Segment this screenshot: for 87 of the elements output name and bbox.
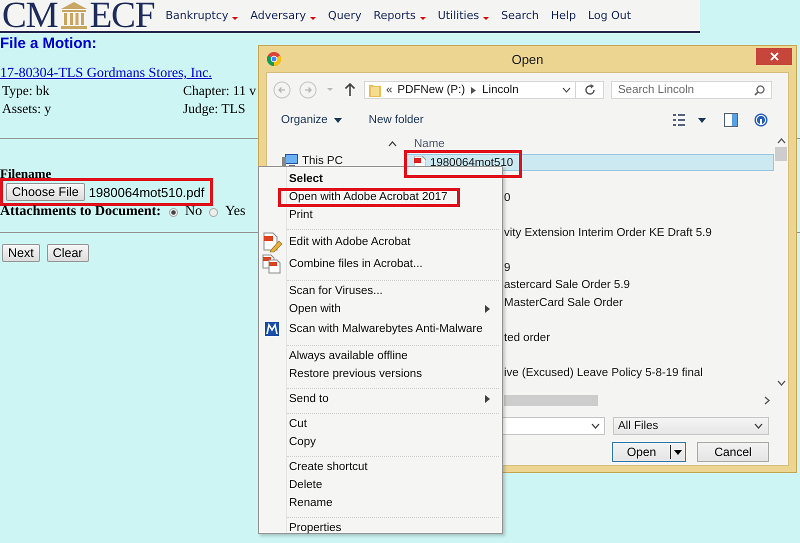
chevron-down-icon	[754, 423, 763, 429]
case-detail: Chapter: 11 v	[183, 82, 256, 100]
logo-text: CM	[2, 0, 58, 31]
dialog-button[interactable]: Cancel	[697, 442, 769, 462]
context-menu-item[interactable]: Cut	[259, 415, 502, 433]
context-menu-item[interactable]: Scan with Malwarebytes Anti-Malware	[259, 318, 502, 340]
context-menu-item[interactable]: Open with	[259, 300, 502, 318]
context-menu-item[interactable]: Properties	[259, 519, 502, 537]
nav-menu-link[interactable]: Utilities	[438, 9, 490, 22]
close-icon	[770, 52, 778, 61]
dialog-button[interactable]: Open	[612, 442, 686, 462]
context-menu-item[interactable]: Combine files in Acrobat...	[259, 253, 502, 275]
file-name: vity Extension Interim Order KE Draft 5.9	[504, 226, 712, 238]
chevron-right-icon[interactable]	[764, 396, 770, 405]
choose-file-button[interactable]: Choose File	[6, 183, 85, 201]
scroll-thumb[interactable]	[775, 147, 787, 161]
search-field[interactable]: Search Lincoln	[611, 81, 772, 99]
case-detail: Assets: y	[2, 100, 52, 118]
path-crumb[interactable]: PDFNew (P:)	[397, 84, 466, 96]
field-label: Filename	[0, 167, 52, 181]
documents-icon	[261, 253, 283, 275]
form-button[interactable]: Next	[2, 244, 40, 262]
context-menu-item[interactable]: Print	[259, 206, 502, 224]
case-detail: Judge: TLS	[183, 100, 246, 118]
document-pencil-icon	[261, 231, 283, 253]
address-bar[interactable]: « PDFNew (P:) Lincoln	[364, 81, 576, 99]
radio-label: Yes	[225, 204, 246, 220]
context-menu-item[interactable]: Select	[259, 170, 502, 188]
search-icon	[754, 84, 765, 96]
help-icon[interactable]	[754, 113, 768, 127]
toolbar-button[interactable]: Organize	[281, 114, 342, 126]
file-type-dropdown[interactable]: All Files	[613, 417, 769, 435]
caret-icon	[674, 450, 682, 454]
nav-menu-link[interactable]: Query	[328, 9, 362, 22]
radio-button[interactable]	[168, 208, 178, 216]
refresh-button[interactable]	[576, 81, 604, 99]
chevron-up-icon[interactable]	[776, 138, 786, 144]
file-name: astercard Sale Order 5.9	[504, 279, 630, 291]
context-menu-item[interactable]: Restore previous versions	[259, 365, 502, 383]
chevron-down-icon	[562, 87, 571, 93]
context-menu-item[interactable]: Delete	[259, 476, 502, 494]
toolbar-button[interactable]: New folder	[368, 114, 424, 126]
context-menu-item[interactable]: Rename	[259, 494, 502, 512]
courthouse-icon	[58, 0, 89, 30]
folder-icon	[369, 83, 381, 97]
chevron-down-icon	[591, 423, 600, 429]
radio-button[interactable]	[209, 208, 218, 216]
browser-logo-icon	[267, 52, 281, 66]
path-crumb[interactable]: Lincoln	[482, 84, 519, 96]
context-menu-item[interactable]: Scan for Viruses...	[259, 282, 502, 300]
file-name: 1980064mot510.pdf	[88, 184, 204, 200]
context-menu-item[interactable]: Edit with Adobe Acrobat	[259, 231, 502, 253]
logo-text: ECF	[90, 0, 154, 31]
nav-menu-link[interactable]: Bankruptcy	[165, 9, 238, 22]
preview-pane-icon[interactable]	[724, 113, 738, 127]
chevron-up-icon[interactable]	[388, 141, 397, 147]
chevron-icon	[471, 86, 476, 94]
file-row[interactable]: 1980064mot510	[405, 154, 774, 171]
page-title: File a Motion:	[0, 35, 98, 52]
context-menu-item[interactable]: Send to	[259, 390, 502, 408]
column-header[interactable]: Name	[414, 138, 445, 150]
dialog-title: Open	[512, 52, 544, 66]
file-name: MasterCard Sale Order	[504, 296, 623, 308]
radio-label: No	[184, 204, 202, 220]
search-placeholder: Search Lincoln	[618, 84, 694, 96]
context-menu-item[interactable]: Always available offline	[259, 347, 502, 365]
file-name: 1980064mot510	[430, 156, 514, 168]
nav-menu-link[interactable]: Log Out	[588, 9, 632, 22]
nav-menu-link[interactable]: Search	[501, 9, 539, 22]
case-detail: Type: bk	[2, 82, 50, 100]
context-menu-item[interactable]: Open with Adobe Acrobat 2017	[259, 188, 502, 206]
context-menu-item[interactable]: Copy	[259, 433, 502, 451]
field-label: Attachments to Document:	[0, 204, 161, 220]
scroll-thumb[interactable]	[504, 395, 598, 406]
caret-icon	[334, 118, 342, 122]
nav-menu-link[interactable]: Adversary	[250, 9, 316, 22]
close-button[interactable]	[756, 48, 792, 65]
form-button[interactable]: Clear	[46, 244, 89, 262]
case-link[interactable]: 17-80304-TLS Gordmans Stores, Inc.	[0, 66, 212, 82]
up-arrow-icon[interactable]	[344, 83, 356, 97]
path-overflow-glyph: «	[386, 84, 392, 96]
chevron-down-icon[interactable]	[776, 380, 786, 386]
caret-icon[interactable]	[698, 118, 706, 122]
nav-menu-link[interactable]: Help	[550, 9, 576, 22]
context-menu-item[interactable]: Create shortcut	[259, 458, 502, 476]
nav-menu-link[interactable]: Reports	[373, 9, 426, 22]
refresh-icon	[584, 84, 596, 96]
